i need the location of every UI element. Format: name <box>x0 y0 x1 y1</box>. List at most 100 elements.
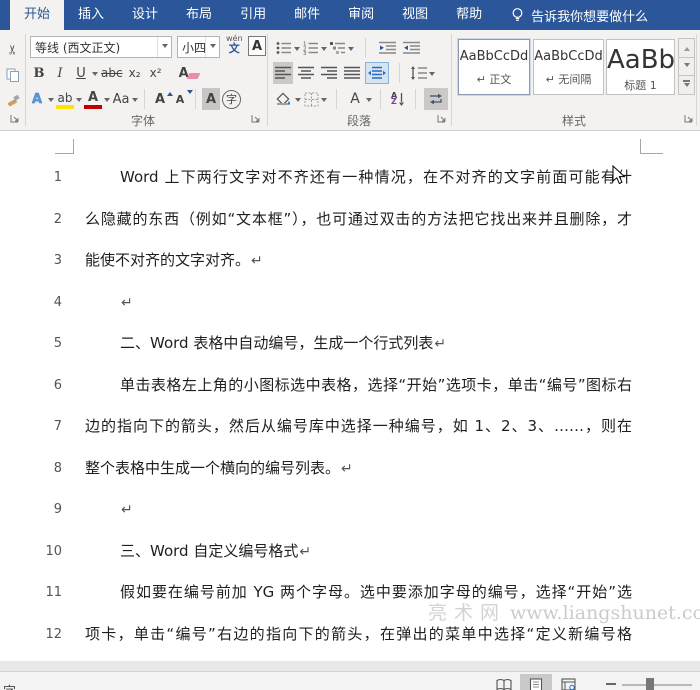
doc-line-2[interactable]: 么隐藏的东西（例如“文本框”），也可通过双击的方法把它找出来并且删除，才 <box>85 199 632 241</box>
sort-button[interactable]: AZ <box>389 88 407 110</box>
borders-button[interactable] <box>304 92 327 107</box>
decrease-indent-button[interactable] <box>377 37 398 59</box>
doc-line-5[interactable]: 二、Word 表格中自动编号，生成一个行式列表↵ <box>85 323 632 365</box>
lightbulb-icon <box>510 7 525 23</box>
line-spacing-button[interactable] <box>410 66 435 80</box>
line-number: 12 <box>0 614 62 656</box>
chevron-down-icon[interactable] <box>205 37 219 57</box>
doc-line-6[interactable]: 单击表格左上角的小图标选中表格，选择“开始”选项卡，单击“编号”图标右 <box>85 365 632 407</box>
clipboard-dialog-launcher[interactable] <box>10 113 21 124</box>
cut-button[interactable]: ✂ <box>2 36 24 62</box>
word-count-label[interactable]: 字 <box>3 681 16 690</box>
highlight-color-button[interactable]: ab <box>56 88 82 110</box>
character-shading-button[interactable]: A <box>202 88 220 110</box>
document-text: Word 上下两行文字对不齐还有一种情况，在不对齐的文字前面可能有什么隐藏的东西… <box>85 157 632 655</box>
chevron-down-icon[interactable] <box>132 98 138 105</box>
show-hide-marks-button[interactable] <box>424 88 448 110</box>
underline-button[interactable]: U <box>72 62 98 84</box>
align-left-button[interactable] <box>273 62 293 84</box>
chevron-down-icon[interactable] <box>348 47 354 54</box>
print-layout-icon <box>529 678 543 690</box>
style-标题 1[interactable]: AaBb标题 1 <box>606 39 675 95</box>
multilevel-list-button[interactable] <box>330 41 354 55</box>
tab-帮助[interactable]: 帮助 <box>442 0 496 30</box>
font-group-label: 字体 <box>28 112 258 129</box>
doc-line-9[interactable]: ↵ <box>85 489 632 531</box>
tab-视图[interactable]: 视图 <box>388 0 442 30</box>
superscript-button[interactable]: x² <box>147 62 165 84</box>
character-border-button[interactable]: A <box>248 36 266 56</box>
doc-line-10[interactable]: 三、Word 自定义编号格式↵ <box>85 531 632 573</box>
tab-插入[interactable]: 插入 <box>64 0 118 30</box>
tab-布局[interactable]: 布局 <box>172 0 226 30</box>
grow-font-button[interactable]: A <box>151 88 169 110</box>
align-right-button[interactable] <box>319 62 339 84</box>
format-painter-button[interactable] <box>2 88 24 114</box>
font-dialog-launcher[interactable] <box>251 113 262 124</box>
styles-dialog-launcher[interactable] <box>684 113 695 124</box>
doc-line-3[interactable]: 能使不对齐的文字对齐。↵ <box>85 240 632 282</box>
chevron-down-icon[interactable] <box>321 98 327 105</box>
doc-line-4[interactable]: ↵ <box>85 282 632 324</box>
line-number: 11 <box>0 572 62 614</box>
font-row-3: A ab A Aa A A A 字 <box>28 87 241 111</box>
subscript-button[interactable]: x₂ <box>126 62 144 84</box>
font-size-combobox[interactable]: 小四 <box>177 36 220 58</box>
tab-邮件[interactable]: 邮件 <box>280 0 334 30</box>
bold-button[interactable]: B <box>30 62 48 84</box>
chevron-down-icon[interactable] <box>92 72 98 79</box>
tab-引用[interactable]: 引用 <box>226 0 280 30</box>
style-无间隔[interactable]: AaBbCcDd↵ 无间隔 <box>533 39 604 95</box>
chevron-down-icon[interactable] <box>321 47 327 54</box>
shrink-font-button[interactable]: A <box>171 88 189 110</box>
chevron-down-icon[interactable] <box>76 98 82 105</box>
justify-button[interactable] <box>342 62 362 84</box>
styles-more-button[interactable] <box>678 75 695 95</box>
chevron-down-icon[interactable] <box>157 37 171 57</box>
italic-button[interactable]: I <box>51 62 69 84</box>
tab-开始[interactable]: 开始 <box>10 0 64 30</box>
asian-layout-button[interactable]: A <box>346 88 372 110</box>
chevron-down-icon[interactable] <box>429 72 435 79</box>
doc-line-1[interactable]: Word 上下两行文字对不齐还有一种情况，在不对齐的文字前面可能有什 <box>85 157 632 199</box>
paragraph-dialog-launcher[interactable] <box>437 113 448 124</box>
zoom-out-button[interactable] <box>606 683 616 685</box>
styles-scroll-up-button[interactable] <box>678 38 695 58</box>
phonetic-guide-button[interactable]: wén 文 <box>226 35 243 54</box>
chevron-down-icon[interactable] <box>104 98 110 105</box>
chevron-down-icon[interactable] <box>366 98 372 105</box>
zoom-slider-track[interactable] <box>622 684 692 686</box>
chevron-down-icon[interactable] <box>294 47 300 54</box>
align-center-button[interactable] <box>296 62 316 84</box>
copy-button[interactable] <box>2 62 24 88</box>
zoom-slider-handle[interactable] <box>646 678 654 690</box>
increase-indent-button[interactable] <box>401 37 422 59</box>
text-effects-button[interactable]: A <box>28 88 54 110</box>
horizontal-scroll-area[interactable] <box>0 661 700 672</box>
style-正文[interactable]: AaBbCcDd↵ 正文 <box>458 39 530 95</box>
tab-审阅[interactable]: 审阅 <box>334 0 388 30</box>
distributed-button[interactable] <box>365 62 389 84</box>
chevron-down-icon[interactable] <box>48 98 54 105</box>
chevron-down-icon[interactable] <box>295 98 301 105</box>
doc-line-8[interactable]: 整个表格中生成一个横向的编号列表。↵ <box>85 448 632 490</box>
clear-formatting-button[interactable]: A <box>179 66 197 81</box>
font-color-button[interactable]: A <box>84 88 110 110</box>
read-mode-button[interactable] <box>488 674 520 690</box>
strikethrough-button[interactable]: abc <box>101 62 123 84</box>
clipboard-group: ✂ <box>2 36 24 114</box>
styles-scroll-down-button[interactable] <box>678 57 695 77</box>
change-case-button[interactable]: Aa <box>112 88 138 110</box>
bullets-button[interactable] <box>276 41 300 55</box>
font-name-combobox[interactable]: 等线 (西文正文) <box>30 36 172 58</box>
document-area[interactable]: 123456789101112 Word 上下两行文字对不齐还有一种情况，在不对… <box>0 131 700 661</box>
numbering-button[interactable]: 123 <box>303 41 327 55</box>
print-layout-button[interactable] <box>520 674 552 690</box>
tab-设计[interactable]: 设计 <box>118 0 172 30</box>
tell-me-box[interactable]: 告诉我你想要做什么 <box>510 0 648 30</box>
web-layout-button[interactable] <box>552 674 584 690</box>
shading-button[interactable] <box>276 92 301 107</box>
enclose-characters-button[interactable]: 字 <box>222 90 241 109</box>
doc-line-7[interactable]: 边的指向下的箭头，然后从编号库中选择一种编号，如 1、2、3、……，则在 <box>85 406 632 448</box>
tell-me-label: 告诉我你想要做什么 <box>531 6 648 25</box>
